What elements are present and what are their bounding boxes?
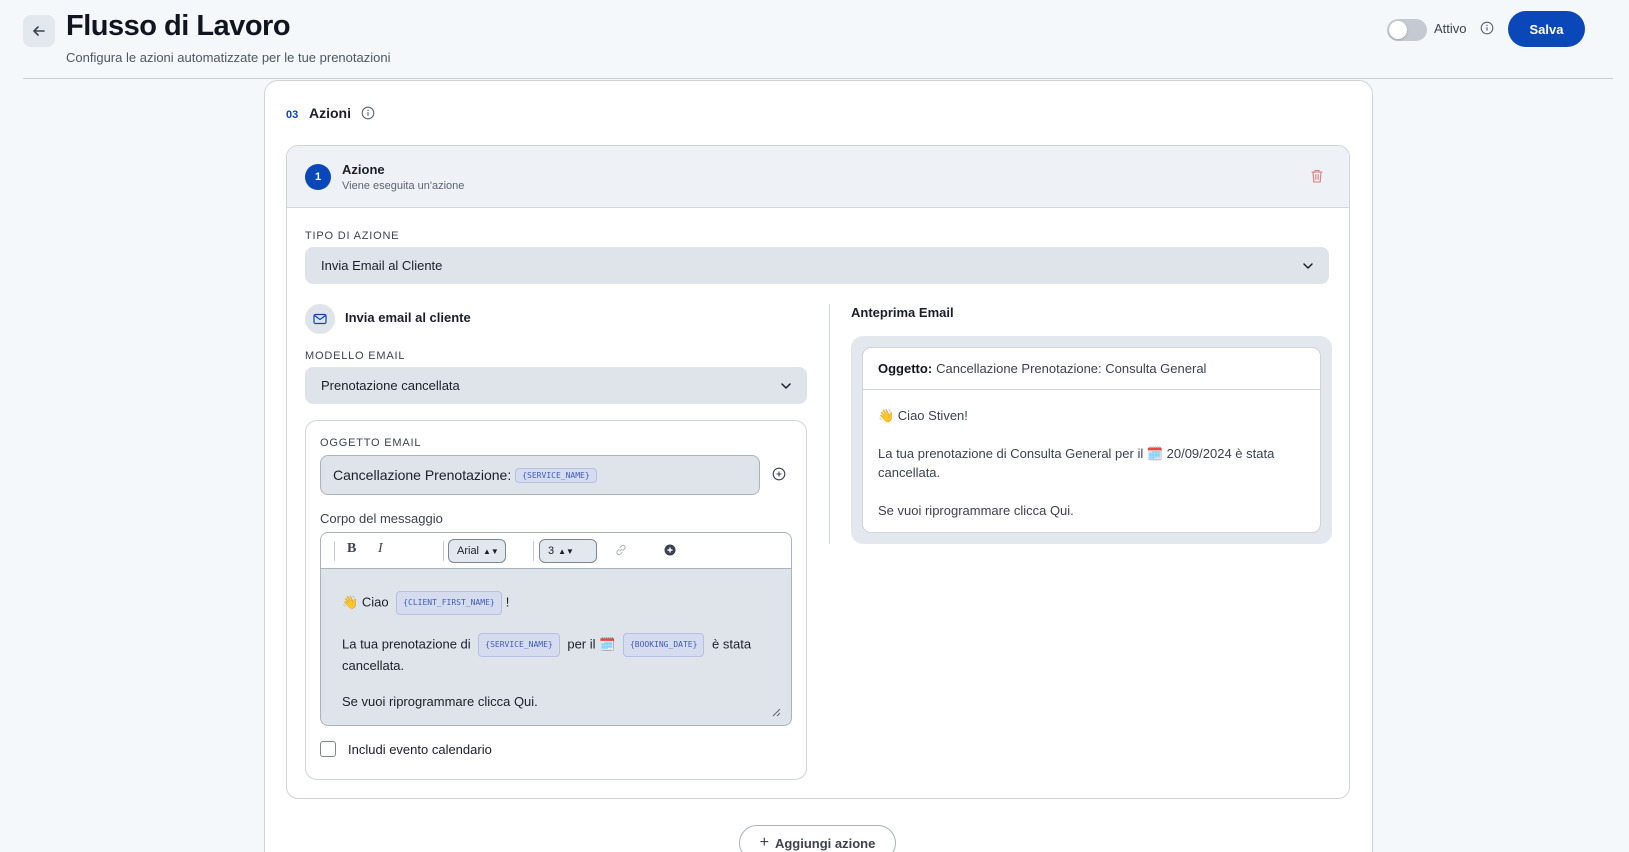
chevron-down-icon xyxy=(781,382,791,389)
preview-subject-value: Cancellazione Prenotazione: Consulta Gen… xyxy=(936,361,1207,376)
toolbar-separator xyxy=(533,541,534,561)
column-divider xyxy=(829,304,830,544)
action-type-select[interactable]: Invia Email al Cliente xyxy=(305,247,1329,284)
subject-text: Cancellazione Prenotazione: xyxy=(333,467,512,483)
subject-label: OGGETTO EMAIL xyxy=(320,437,422,449)
body-text: per il xyxy=(567,636,596,652)
variable-tag: {SERVICE_NAME} xyxy=(478,633,560,657)
section-title: Azioni xyxy=(309,105,351,121)
email-preview: Oggetto: Cancellazione Prenotazione: Con… xyxy=(862,347,1321,533)
resize-handle-icon[interactable] xyxy=(771,707,781,717)
subject-input[interactable]: Cancellazione Prenotazione: {SERVICE_NAM… xyxy=(320,455,760,495)
action-title: Azione xyxy=(342,162,385,177)
body-line-main: La tua prenotazione di {SERVICE_NAME} pe… xyxy=(342,633,772,675)
body-label: Corpo del messaggio xyxy=(320,511,443,526)
save-button[interactable]: Salva xyxy=(1508,11,1585,47)
message-editor[interactable]: B I Arial ▲▼ 3 ▲▼ 👋 Ciao {CLIENT_FIRST_N… xyxy=(320,532,792,726)
toggle-knob xyxy=(1389,21,1407,39)
template-label: MODELLO EMAIL xyxy=(305,350,406,362)
preview-subject: Oggetto: Cancellazione Prenotazione: Con… xyxy=(863,348,1320,390)
add-action-label: Aggiungi azione xyxy=(774,835,876,851)
preview-line: 👋 Ciao Stiven! xyxy=(878,408,968,423)
calendar-event-label: Includi evento calendario xyxy=(348,742,492,757)
editor-toolbar: B I Arial ▲▼ 3 ▲▼ xyxy=(321,533,791,569)
header: Flusso di Lavoro Configura le azioni aut… xyxy=(0,0,1629,80)
variable-tag: {SERVICE_NAME} xyxy=(515,467,597,483)
link-icon[interactable] xyxy=(614,543,628,560)
page-title: Flusso di Lavoro xyxy=(66,10,291,42)
greeting-end: ! xyxy=(505,594,510,610)
greeting-text: Ciao xyxy=(361,594,389,610)
mail-icon xyxy=(313,313,327,325)
add-circle-icon[interactable] xyxy=(663,543,677,560)
active-toggle[interactable] xyxy=(1387,19,1427,41)
add-variable-icon[interactable] xyxy=(772,467,786,486)
toolbar-separator xyxy=(443,541,444,561)
trash-icon[interactable] xyxy=(1310,168,1324,189)
step-badge: 1 xyxy=(305,164,331,190)
updown-icon: ▲▼ xyxy=(558,546,574,556)
page-subtitle: Configura le azioni automatizzate per le… xyxy=(66,50,391,65)
chevron-down-icon xyxy=(1303,262,1313,269)
font-size-value: 3 xyxy=(548,545,555,557)
font-family-select[interactable]: Arial ▲▼ xyxy=(448,539,506,563)
font-family-value: Arial xyxy=(457,545,480,557)
bold-button[interactable]: B xyxy=(347,541,356,557)
toggle-label: Attivo xyxy=(1434,21,1467,36)
header-divider xyxy=(23,78,1613,79)
action-type-value: Invia Email al Cliente xyxy=(321,258,443,273)
variable-tag: {BOOKING_DATE} xyxy=(622,633,705,657)
calendar-emoji: 🗓️ xyxy=(599,636,616,652)
preview-subject-label: Oggetto: xyxy=(878,361,933,376)
body-line-greeting: 👋 Ciao {CLIENT_FIRST_NAME}! xyxy=(342,591,772,615)
wave-emoji: 👋 xyxy=(342,594,359,610)
body-line-reschedule: Se vuoi riprogrammare clicca Qui. xyxy=(342,694,538,709)
email-template-select[interactable]: Prenotazione cancellata xyxy=(305,367,807,404)
action-type-label: TIPO DI AZIONE xyxy=(305,230,400,242)
font-size-select[interactable]: 3 ▲▼ xyxy=(539,539,597,563)
back-button[interactable] xyxy=(23,15,55,47)
add-action-button[interactable]: + Aggiungi azione xyxy=(739,825,896,852)
mail-title: Invia email al cliente xyxy=(345,310,471,325)
preview-line: Se vuoi riprogrammare clicca Qui. xyxy=(878,503,1074,518)
section-number: 03 xyxy=(286,109,299,121)
preview-body: 👋 Ciao Stiven! La tua prenotazione di Co… xyxy=(878,406,1298,532)
editor-content[interactable]: 👋 Ciao {CLIENT_FIRST_NAME}! La tua preno… xyxy=(342,591,772,725)
updown-icon: ▲▼ xyxy=(483,546,499,556)
info-icon[interactable] xyxy=(1480,21,1494,40)
arrow-left-icon xyxy=(33,26,45,36)
preview-title: Anteprima Email xyxy=(851,305,954,320)
italic-button[interactable]: I xyxy=(378,541,383,557)
mail-icon-badge xyxy=(305,304,335,334)
email-template-value: Prenotazione cancellata xyxy=(321,378,460,393)
preview-line: La tua prenotazione di Consulta General … xyxy=(878,446,1275,480)
action-subtitle: Viene eseguita un'azione xyxy=(342,180,465,192)
info-icon[interactable] xyxy=(361,106,375,125)
variable-tag: {CLIENT_FIRST_NAME} xyxy=(396,591,502,615)
action-header: 1 Azione Viene eseguita un'azione xyxy=(287,146,1349,208)
plus-icon: + xyxy=(759,834,769,851)
toolbar-separator xyxy=(334,541,335,561)
body-text: La tua prenotazione di xyxy=(342,636,471,652)
calendar-event-checkbox[interactable] xyxy=(320,741,336,757)
